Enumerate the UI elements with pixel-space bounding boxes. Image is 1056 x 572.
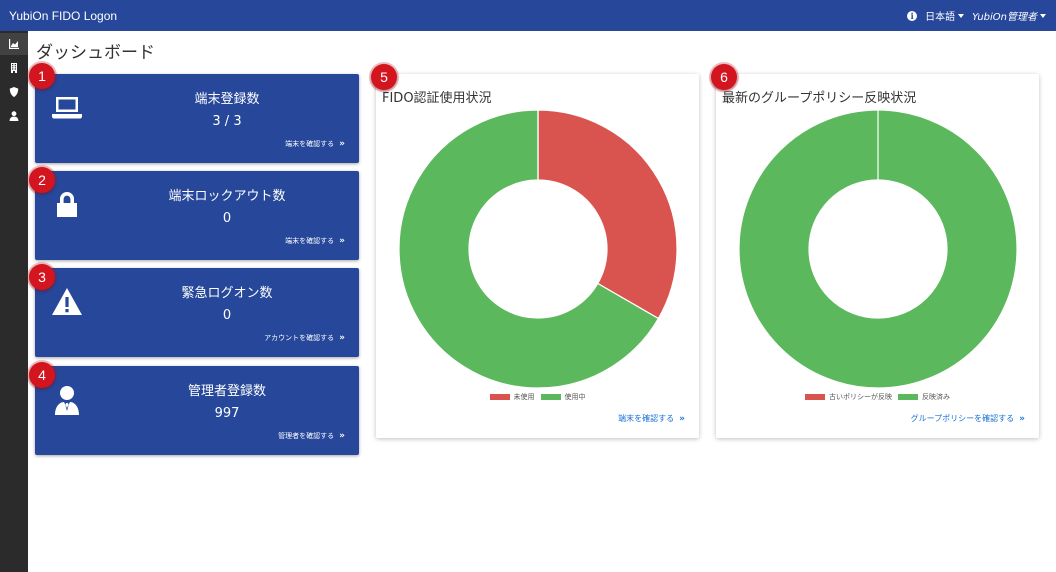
sidebar-item-users[interactable] xyxy=(0,105,28,127)
legend-item-in-use[interactable]: 使用中 xyxy=(540,392,586,402)
warning-icon xyxy=(51,286,83,318)
legend-item-old-policy[interactable]: 古いポリシーが反映 xyxy=(805,392,892,402)
link-label: アカウントを確認する xyxy=(264,334,335,342)
legend-item-applied[interactable]: 反映済み xyxy=(898,392,950,402)
card-title: 端末ロックアウト数 xyxy=(168,189,286,204)
link-label: 管理者を確認する xyxy=(278,432,335,440)
legend-swatch xyxy=(898,394,918,400)
language-dropdown[interactable]: 日本語 xyxy=(925,8,965,23)
sidebar-item-dashboard[interactable] xyxy=(0,33,28,55)
shield-icon xyxy=(9,87,19,97)
app-brand[interactable]: YubiOn FIDO Logon xyxy=(0,9,117,23)
panel-title: 最新のグループポリシー反映状況 xyxy=(722,91,917,106)
admin-user-icon xyxy=(51,384,83,416)
donut-slice-0[interactable] xyxy=(537,110,677,320)
legend-swatch xyxy=(805,394,825,400)
link-label: 端末を確認する xyxy=(285,237,335,245)
fido-usage-panel: FIDO認証使用状況 未使用 使用中 端末を確認する » xyxy=(376,74,699,438)
building-icon xyxy=(11,63,17,73)
card-value: 0 xyxy=(222,211,232,226)
legend-label: 未使用 xyxy=(513,393,535,401)
link-label: 端末を確認する xyxy=(285,140,335,148)
double-chevron-right-icon: » xyxy=(339,139,345,149)
view-admins-link[interactable]: 管理者を確認する » xyxy=(278,431,345,441)
fido-usage-donut-chart xyxy=(399,110,677,388)
link-label: 端末を確認する xyxy=(618,414,675,423)
view-accounts-link[interactable]: アカウントを確認する » xyxy=(264,333,345,343)
card-title: 端末登録数 xyxy=(194,92,260,107)
admin-count-card: 管理者登録数 997 管理者を確認する » xyxy=(35,366,359,455)
group-policy-donut-chart xyxy=(739,110,1017,388)
top-navbar: YubiOn FIDO Logon i 日本語 YubiOn管理者 xyxy=(0,0,1056,31)
sidebar-item-security[interactable] xyxy=(0,81,28,103)
page-title: ダッシュボード xyxy=(36,43,155,63)
link-label: グループポリシーを確認する xyxy=(910,414,1015,423)
laptop-icon xyxy=(51,92,83,124)
double-chevron-right-icon: » xyxy=(339,333,345,343)
view-devices-link[interactable]: 端末を確認する » xyxy=(285,236,345,246)
callout-badge: 3 xyxy=(29,264,55,290)
double-chevron-right-icon: » xyxy=(679,414,685,424)
card-title: 緊急ログオン数 xyxy=(181,286,273,301)
legend-label: 反映済み xyxy=(922,393,950,401)
language-label: 日本語 xyxy=(925,12,956,23)
callout-badge: 4 xyxy=(29,362,55,388)
info-circle-icon[interactable]: i xyxy=(907,10,918,21)
caret-down-icon xyxy=(1040,13,1046,18)
emergency-logon-card: 緊急ログオン数 0 アカウントを確認する » xyxy=(35,268,359,357)
double-chevron-right-icon: » xyxy=(339,236,345,246)
card-value: 3 / 3 xyxy=(212,114,242,129)
side-navigation xyxy=(0,31,28,572)
card-value: 997 xyxy=(214,406,240,421)
card-value: 0 xyxy=(222,308,232,323)
device-count-card: 端末登録数 3 / 3 端末を確認する » xyxy=(35,74,359,163)
legend-item-unused[interactable]: 未使用 xyxy=(489,392,535,402)
user-icon xyxy=(9,111,19,121)
dashboard-chart-icon xyxy=(9,39,19,49)
legend-label: 使用中 xyxy=(564,393,586,401)
user-dropdown[interactable]: YubiOn管理者 xyxy=(972,8,1046,23)
user-label: YubiOn管理者 xyxy=(972,12,1037,23)
double-chevron-right-icon: » xyxy=(1019,414,1025,424)
double-chevron-right-icon: » xyxy=(339,431,345,441)
lockout-count-card: 端末ロックアウト数 0 端末を確認する » xyxy=(35,171,359,260)
chart-legend: 未使用 使用中 xyxy=(376,392,699,402)
legend-label: 古いポリシーが反映 xyxy=(829,393,892,401)
lock-icon xyxy=(51,189,83,221)
callout-badge: 6 xyxy=(711,64,737,90)
callout-badge: 1 xyxy=(29,63,55,89)
legend-swatch xyxy=(489,394,510,400)
card-title: 管理者登録数 xyxy=(187,384,266,399)
legend-swatch xyxy=(540,394,561,400)
caret-down-icon xyxy=(958,13,965,18)
panel-title: FIDO認証使用状況 xyxy=(382,91,492,106)
callout-badge: 5 xyxy=(371,64,397,90)
view-group-policy-link[interactable]: グループポリシーを確認する » xyxy=(911,413,1025,424)
view-devices-link[interactable]: 端末を確認する » xyxy=(285,139,345,149)
sidebar-item-organization[interactable] xyxy=(0,57,28,79)
chart-legend: 古いポリシーが反映 反映済み xyxy=(716,392,1039,402)
view-devices-link[interactable]: 端末を確認する » xyxy=(618,413,685,424)
group-policy-panel: 最新のグループポリシー反映状況 古いポリシーが反映 反映済み グループポリシーを… xyxy=(716,74,1039,438)
navbar-right: i 日本語 YubiOn管理者 xyxy=(907,8,1056,23)
callout-badge: 2 xyxy=(29,167,55,193)
